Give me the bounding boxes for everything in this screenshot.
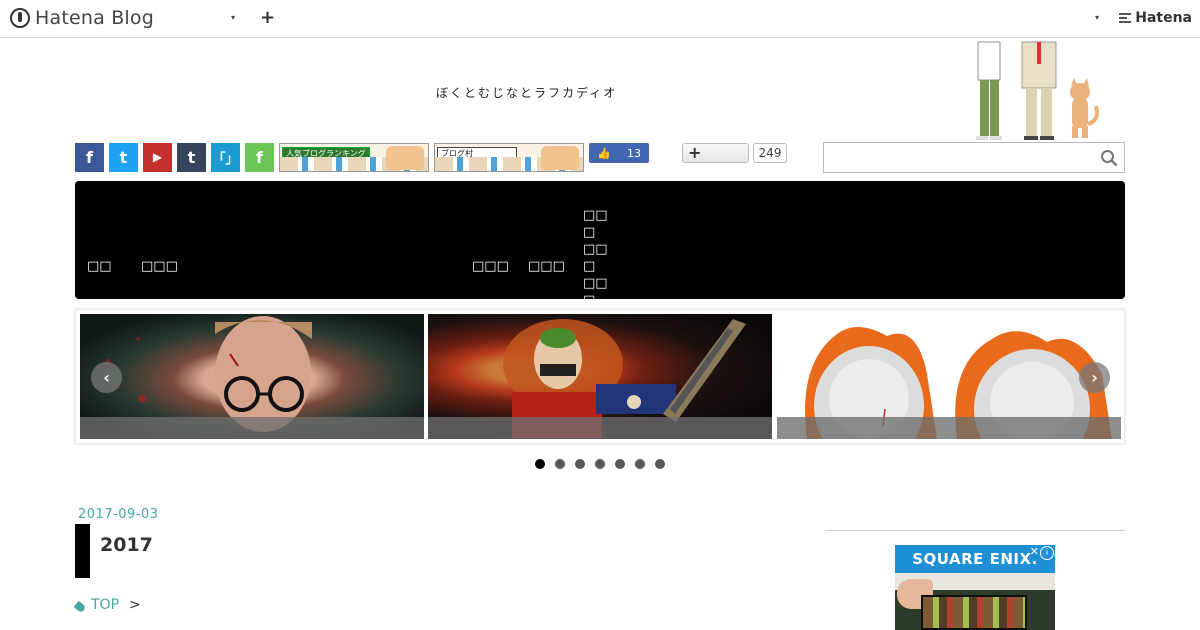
thumbs-up-icon: 👍 bbox=[597, 146, 611, 160]
carousel-slide-1[interactable] bbox=[80, 314, 424, 439]
entry-date[interactable]: 2017-09-03 bbox=[78, 507, 159, 522]
tag-icon bbox=[73, 600, 87, 614]
share-buttons: f t ▶ t 「」 f 人気ブログランキング ブログ村 👍 13 bbox=[75, 142, 649, 172]
blog-village-banner[interactable]: ブログ村 bbox=[434, 142, 584, 172]
facebook-like-button[interactable]: 👍 13 bbox=[589, 143, 649, 163]
tumblr-icon[interactable]: t bbox=[177, 142, 206, 172]
facebook-icon[interactable]: f bbox=[75, 142, 104, 172]
search-icon[interactable] bbox=[1100, 149, 1118, 167]
hatena-blog-logo[interactable]: Hatena Blog bbox=[10, 7, 154, 29]
breadcrumb: TOP > bbox=[73, 597, 141, 614]
blog-title[interactable]: ぼくとむじなとラフカディオ bbox=[436, 84, 617, 101]
blog-menu-chevron-down-icon[interactable]: ▾ bbox=[231, 13, 235, 22]
facebook-like-count: 13 bbox=[627, 146, 641, 160]
banner-cat-icon bbox=[541, 145, 579, 170]
user-menu-chevron-down-icon[interactable]: ▾ bbox=[1095, 13, 1099, 22]
carousel-dot[interactable] bbox=[555, 459, 565, 469]
search-form bbox=[823, 142, 1125, 173]
featured-posts-carousel: ‹ › bbox=[75, 309, 1125, 444]
hatena-brand-text: Hatena bbox=[1135, 10, 1192, 26]
carousel-slide-caption bbox=[80, 417, 424, 439]
banner-cat-icon bbox=[386, 145, 424, 170]
twitter-icon[interactable]: t bbox=[109, 142, 138, 172]
breadcrumb-top-link[interactable]: TOP bbox=[91, 597, 119, 613]
sidebar-divider bbox=[825, 530, 1125, 531]
hatena-blog-logo-icon bbox=[10, 8, 30, 28]
hatena-blog-logo-text: Hatena Blog bbox=[35, 7, 154, 29]
nav-item-1[interactable]: □□ bbox=[87, 258, 112, 275]
feedly-icon[interactable]: f bbox=[245, 142, 274, 172]
ad-close-icon[interactable]: ✕ bbox=[1030, 545, 1039, 558]
hatena-bookmark-count[interactable]: 249 bbox=[753, 143, 787, 163]
carousel-dot[interactable] bbox=[655, 459, 665, 469]
carousel-pagination-dots bbox=[535, 459, 665, 469]
nav-item-2[interactable]: □□□ bbox=[141, 258, 178, 275]
ad-info-icon[interactable]: i bbox=[1040, 546, 1054, 560]
carousel-dot[interactable] bbox=[535, 459, 545, 469]
entry-title-accent-bar bbox=[75, 524, 90, 578]
hatena-global-header: Hatena Blog ▾ + ▾ Hatena bbox=[0, 0, 1200, 38]
hatena-brand-icon bbox=[1119, 13, 1132, 23]
search-input[interactable] bbox=[824, 143, 1094, 172]
carousel-next-button[interactable]: › bbox=[1079, 362, 1110, 393]
global-navigation: □□ □□□ □□□ □□□ □□□ □□□ □□□ □□□ bbox=[75, 181, 1125, 342]
carousel-slide-3[interactable] bbox=[777, 314, 1121, 439]
carousel-prev-button[interactable]: ‹ bbox=[91, 362, 122, 393]
carousel-slide-2[interactable] bbox=[428, 314, 772, 439]
carousel-slide-caption bbox=[777, 417, 1121, 439]
nav-item-4[interactable]: □□□ bbox=[528, 258, 565, 275]
carousel-dot[interactable] bbox=[595, 459, 605, 469]
write-post-plus-icon[interactable]: + bbox=[260, 7, 275, 28]
blog-ranking-banner[interactable]: 人気ブログランキング bbox=[279, 142, 429, 172]
youtube-icon[interactable]: ▶ bbox=[143, 142, 172, 172]
hatena-bookmark-add-button[interactable]: + bbox=[682, 143, 749, 163]
nav-item-3[interactable]: □□□ bbox=[472, 258, 509, 275]
carousel-dot[interactable] bbox=[635, 459, 645, 469]
breadcrumb-separator: > bbox=[129, 597, 141, 613]
entry-title: 2017 bbox=[100, 534, 153, 556]
carousel-slide-caption bbox=[428, 417, 772, 439]
ad-phone-screen bbox=[921, 595, 1027, 630]
header-illustration bbox=[976, 41, 1099, 140]
hatena-bookmark-icon[interactable]: 「」 bbox=[211, 142, 240, 172]
carousel-dot[interactable] bbox=[615, 459, 625, 469]
hatena-brand-link[interactable]: Hatena bbox=[1119, 10, 1192, 26]
carousel-dot[interactable] bbox=[575, 459, 585, 469]
sidebar-advertisement[interactable]: SQUARE ENIX. ✕ i bbox=[895, 545, 1055, 630]
